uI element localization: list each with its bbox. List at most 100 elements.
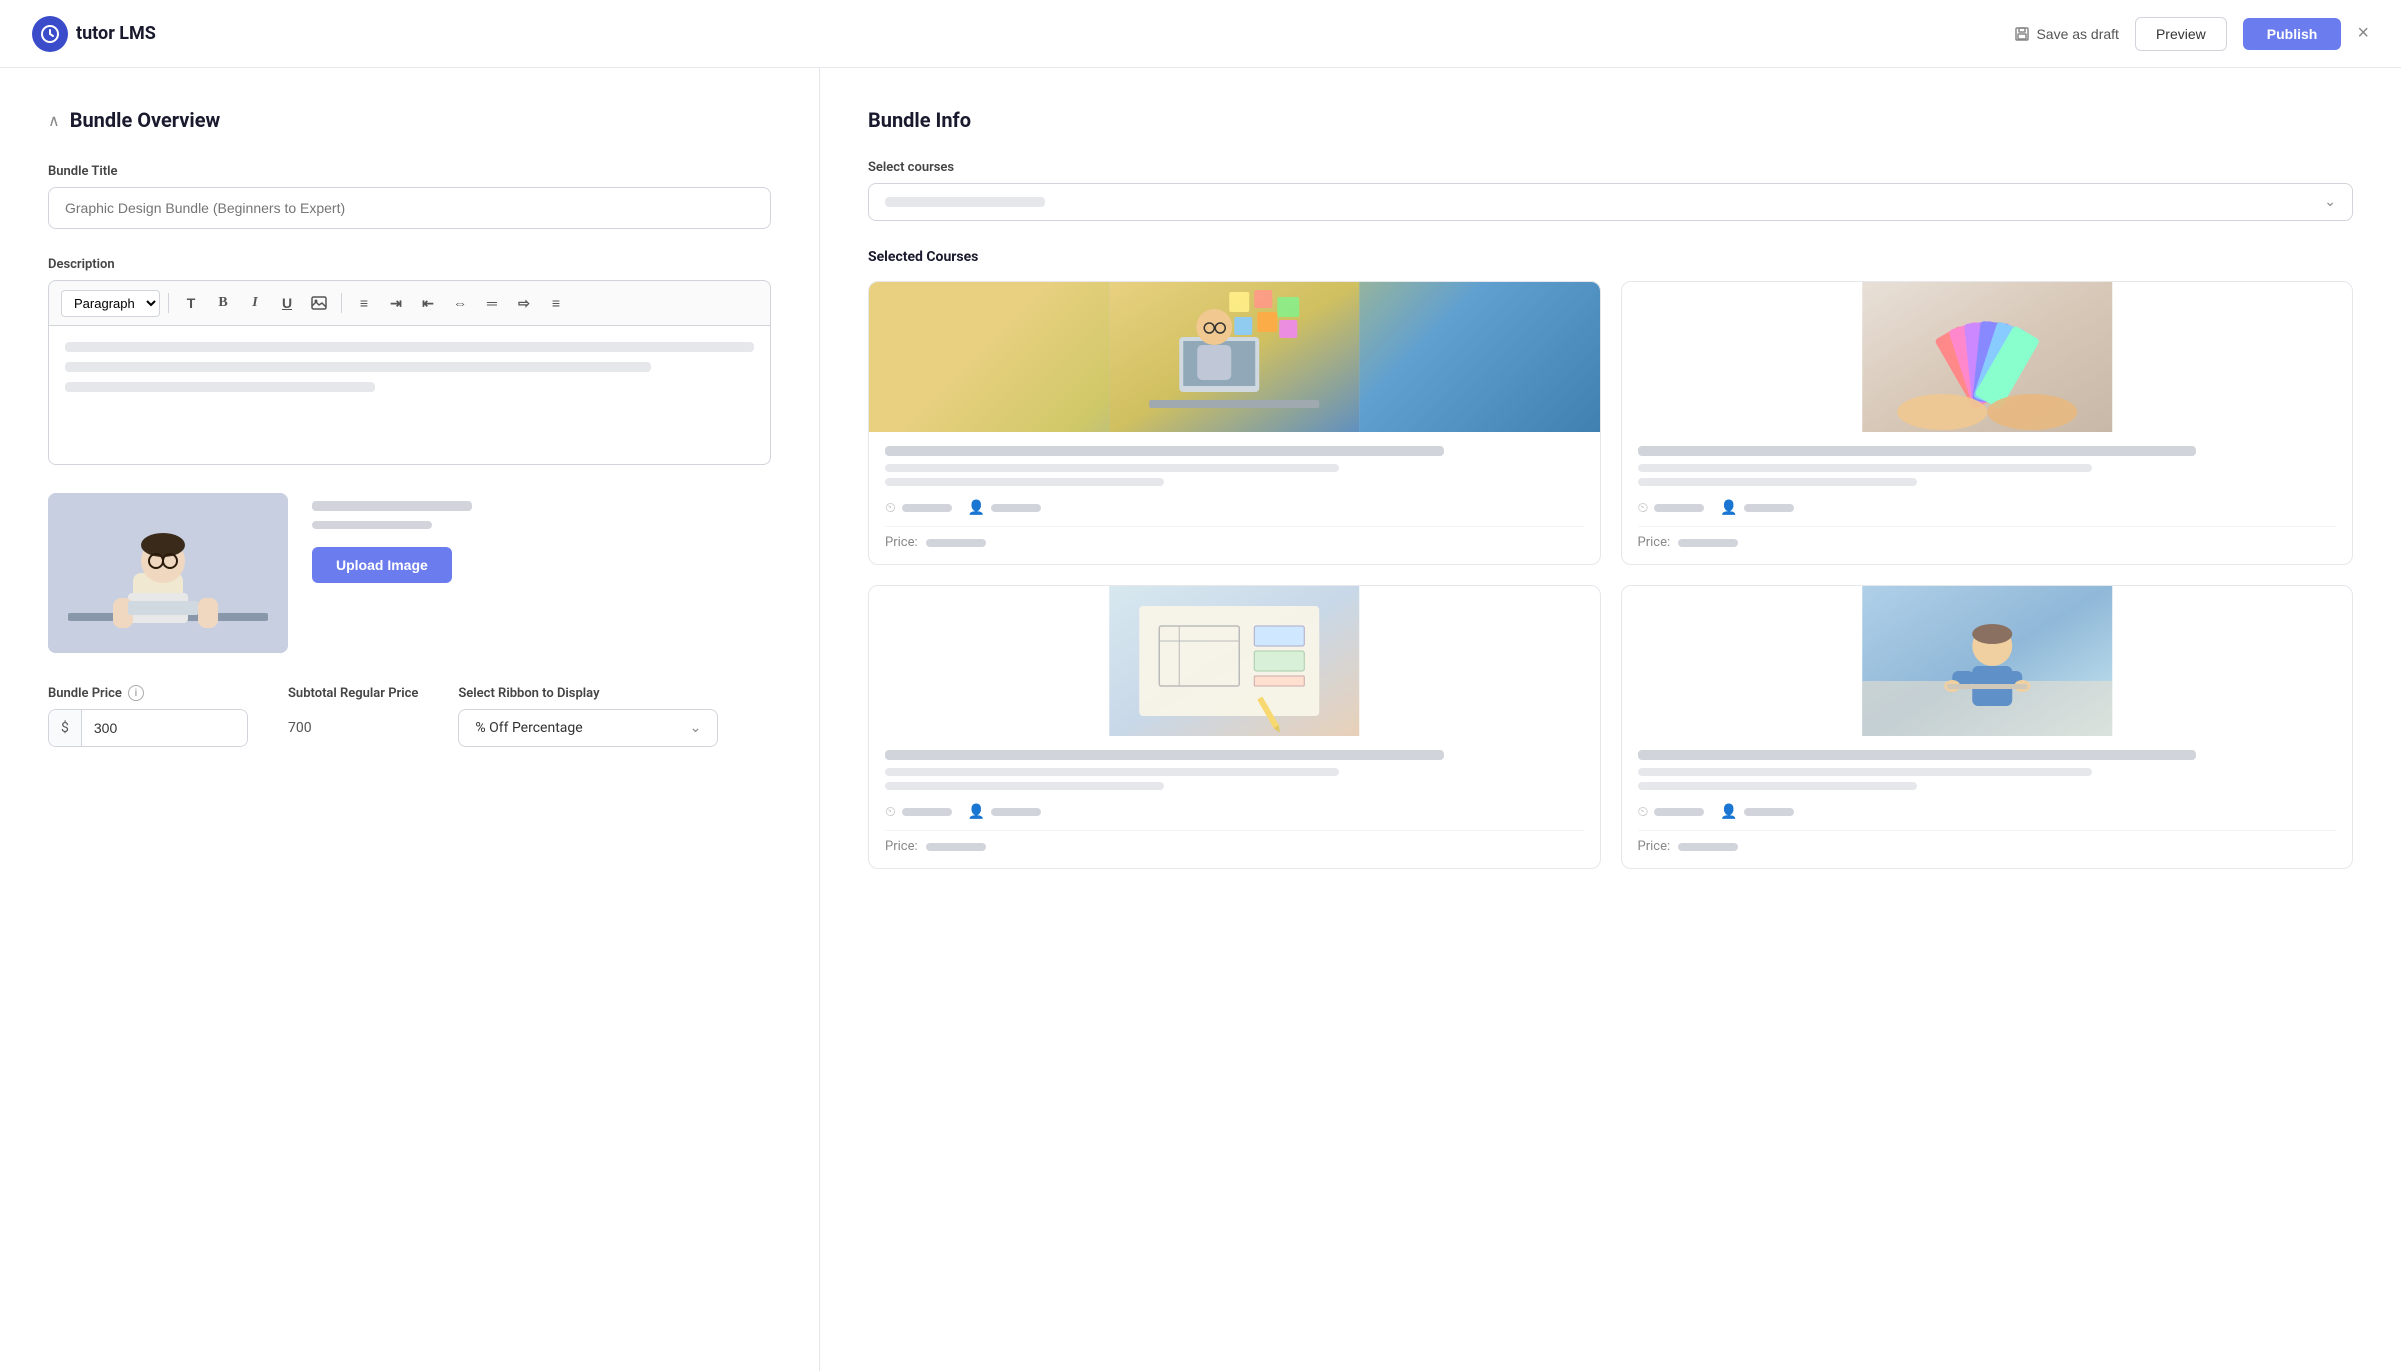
meta-time-line-2 xyxy=(1654,504,1704,512)
logo-icon xyxy=(32,16,68,52)
price-label-4: Price: xyxy=(1638,839,1671,854)
navbar-actions: Save as draft Preview Publish × xyxy=(2014,17,2369,51)
list-button[interactable]: ≡ xyxy=(350,289,378,317)
person-icon-1: 👤 xyxy=(968,500,985,516)
course-image-4 xyxy=(1622,586,2353,736)
person-icon-2: 👤 xyxy=(1720,500,1737,516)
course-4-illustration xyxy=(1622,586,2353,736)
meta-time-line-4 xyxy=(1654,808,1704,816)
image-upload-section: Upload Image xyxy=(48,493,771,653)
course-subtitle-line2-4 xyxy=(1638,782,1917,790)
indent-button[interactable]: ⇨ xyxy=(510,289,538,317)
preview-label: Preview xyxy=(2156,26,2206,42)
navbar: tutor LMS Save as draft Preview Publish … xyxy=(0,0,2401,68)
left-panel: ∧ Bundle Overview Bundle Title Descripti… xyxy=(0,68,820,1371)
course-title-line-1 xyxy=(885,446,1444,456)
course-meta-3: ⏲ 👤 xyxy=(885,804,1584,820)
course-meta-1: ⏲ 👤 xyxy=(885,500,1584,516)
save-draft-label: Save as draft xyxy=(2036,26,2119,42)
align-right-button[interactable]: ⇤ xyxy=(414,289,442,317)
meta-time-3: ⏲ xyxy=(885,804,952,820)
course-1-illustration xyxy=(869,282,1600,432)
person-icon-3: 👤 xyxy=(968,804,985,820)
course-image-2 xyxy=(1622,282,2353,432)
upload-line2 xyxy=(312,521,432,529)
course-title-line-3 xyxy=(885,750,1444,760)
person-illustration xyxy=(48,493,288,653)
bundle-title-label: Bundle Title xyxy=(48,164,771,179)
price-label-3: Price: xyxy=(885,839,918,854)
ribbon-field: Select Ribbon to Display % Off Percentag… xyxy=(458,686,718,747)
bold-b-button[interactable]: B xyxy=(209,289,237,317)
course-subtitle-line-1 xyxy=(885,464,1339,472)
info-icon[interactable]: i xyxy=(128,685,144,701)
align-center-button[interactable]: ⇔ xyxy=(446,289,474,317)
chevron-down-icon: ⌄ xyxy=(690,720,702,736)
image-preview xyxy=(48,493,288,653)
underline-button[interactable]: U xyxy=(273,289,301,317)
save-draft-button[interactable]: Save as draft xyxy=(2014,26,2119,42)
course-subtitle-line-2 xyxy=(1638,464,2092,472)
italic-button[interactable]: I xyxy=(241,289,269,317)
subtotal-value: 700 xyxy=(288,709,418,747)
course-card-body-3: ⏲ 👤 Price: xyxy=(869,736,1600,868)
editor-body[interactable] xyxy=(48,325,771,465)
course-subtitle-line2-3 xyxy=(885,782,1164,790)
ribbon-select[interactable]: % Off Percentage ⌄ xyxy=(458,709,718,747)
course-subtitle-line-3 xyxy=(885,768,1339,776)
publish-button[interactable]: Publish xyxy=(2243,18,2342,50)
subtotal-field: Subtotal Regular Price 700 xyxy=(288,686,418,747)
price-placeholder-3 xyxy=(926,843,986,851)
editor-line-3 xyxy=(65,382,375,392)
description-section: Description Paragraph T B I U xyxy=(48,257,771,465)
course-price-1: Price: xyxy=(885,535,1584,550)
description-label: Description xyxy=(48,257,771,272)
collapse-icon[interactable]: ∧ xyxy=(48,111,60,130)
course-card-3: ⏲ 👤 Price: xyxy=(868,585,1601,869)
course-2-illustration xyxy=(1622,282,2353,432)
bundle-price-input[interactable] xyxy=(82,710,248,746)
course-meta-4: ⏲ 👤 xyxy=(1638,804,2337,820)
price-placeholder-1 xyxy=(926,539,986,547)
image-button[interactable] xyxy=(305,289,333,317)
toolbar-separator xyxy=(168,293,169,313)
ribbon-label: Select Ribbon to Display xyxy=(458,686,718,701)
clock-icon-3: ⏲ xyxy=(885,804,896,820)
meta-time-4: ⏲ xyxy=(1638,804,1705,820)
logo-text: tutor LMS xyxy=(76,23,156,44)
outdent-button[interactable]: ≡ xyxy=(542,289,570,317)
price-label-2: Price: xyxy=(1638,535,1671,550)
clock-icon-2: ⏲ xyxy=(1638,500,1649,516)
subtotal-label: Subtotal Regular Price xyxy=(288,686,418,701)
courses-dropdown[interactable]: ⌄ xyxy=(868,183,2353,221)
course-card-body-1: ⏲ 👤 Price: xyxy=(869,432,1600,564)
course-divider-3 xyxy=(885,830,1584,831)
meta-person-4: 👤 xyxy=(1720,804,1793,820)
course-card-body-2: ⏲ 👤 Price: xyxy=(1622,432,2353,564)
paragraph-select[interactable]: Paragraph xyxy=(61,290,160,317)
course-price-2: Price: xyxy=(1638,535,2337,550)
bundle-title-input[interactable] xyxy=(48,187,771,229)
preview-person xyxy=(48,493,288,653)
course-divider-4 xyxy=(1638,830,2337,831)
course-meta-2: ⏲ 👤 xyxy=(1638,500,2337,516)
align-justify-button[interactable]: ═ xyxy=(478,289,506,317)
upload-image-label: Upload Image xyxy=(336,557,428,573)
bold-button[interactable]: T xyxy=(177,289,205,317)
toolbar-separator2 xyxy=(341,293,342,313)
preview-button[interactable]: Preview xyxy=(2135,17,2227,51)
course-subtitle-line2-1 xyxy=(885,478,1164,486)
selected-courses-label: Selected Courses xyxy=(868,249,2353,265)
logo: tutor LMS xyxy=(32,16,156,52)
course-image-1 xyxy=(869,282,1600,432)
save-icon xyxy=(2014,26,2030,42)
editor-line-2 xyxy=(65,362,651,372)
right-panel-title: Bundle Info xyxy=(868,108,2353,132)
course-title-line-2 xyxy=(1638,446,2197,456)
upload-image-button[interactable]: Upload Image xyxy=(312,547,452,583)
meta-time-2: ⏲ xyxy=(1638,500,1705,516)
close-button[interactable]: × xyxy=(2357,22,2369,45)
price-label-1: Price: xyxy=(885,535,918,550)
courses-chevron-down-icon: ⌄ xyxy=(2324,194,2336,210)
align-left-button[interactable]: ⇥ xyxy=(382,289,410,317)
